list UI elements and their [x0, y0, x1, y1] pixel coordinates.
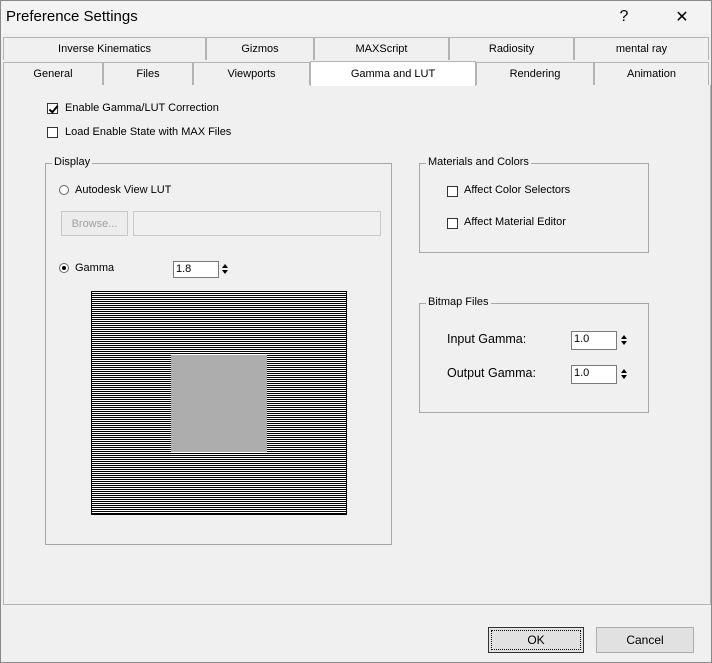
enable-gamma-checkbox[interactable]	[47, 103, 58, 114]
lut-path-field[interactable]	[133, 211, 381, 236]
tab-files[interactable]: Files	[103, 62, 193, 85]
title-bar: Preference Settings ? ✕	[1, 1, 711, 33]
help-icon[interactable]: ?	[601, 1, 647, 33]
gamma-label: Gamma	[75, 262, 115, 274]
tab-viewports[interactable]: Viewports	[193, 62, 310, 85]
tab-radiosity[interactable]: Radiosity	[449, 37, 574, 60]
output-gamma-label: Output Gamma:	[447, 366, 536, 380]
tab-maxscript[interactable]: MAXScript	[314, 37, 449, 60]
ok-button[interactable]: OK	[488, 627, 584, 653]
browse-button[interactable]: Browse...	[61, 211, 128, 236]
output-gamma-field[interactable]: 1.0	[571, 365, 617, 384]
materials-colors-title: Materials and Colors	[426, 156, 531, 168]
gamma-value-field[interactable]: 1.8	[173, 261, 219, 278]
autodesk-lut-radio[interactable]	[59, 185, 69, 195]
input-gamma-field[interactable]: 1.0	[571, 331, 617, 350]
display-group-title: Display	[52, 156, 93, 168]
affect-material-editor-checkbox[interactable]	[447, 218, 458, 229]
tab-mental-ray[interactable]: mental ray	[574, 37, 709, 60]
gamma-preview-pattern	[91, 291, 347, 515]
autodesk-lut-label: Autodesk View LUT	[75, 184, 172, 196]
cancel-button[interactable]: Cancel	[596, 627, 694, 653]
affect-color-selectors-checkbox[interactable]	[447, 186, 458, 197]
preference-settings-window: Preference Settings ? ✕ Inverse Kinemati…	[0, 0, 712, 663]
load-state-checkbox[interactable]	[47, 127, 58, 138]
tab-rendering[interactable]: Rendering	[476, 62, 594, 85]
tab-gizmos[interactable]: Gizmos	[206, 37, 314, 60]
tab-general[interactable]: General	[3, 62, 103, 85]
bitmap-files-group: Bitmap Files	[419, 296, 649, 413]
bitmap-files-title: Bitmap Files	[426, 296, 491, 308]
tab-gamma-and-lut[interactable]: Gamma and LUT	[310, 61, 476, 86]
tab-animation[interactable]: Animation	[594, 62, 709, 85]
gamma-radio[interactable]	[59, 263, 69, 273]
output-gamma-spinner-icon[interactable]	[620, 366, 630, 382]
affect-material-editor-label: Affect Material Editor	[464, 216, 566, 228]
gamma-preview-gray-square	[171, 355, 267, 452]
tab-inverse-kinematics[interactable]: Inverse Kinematics	[3, 37, 206, 60]
input-gamma-spinner-icon[interactable]	[620, 332, 630, 348]
close-icon[interactable]: ✕	[659, 1, 705, 33]
spinner-arrows-icon[interactable]	[221, 261, 231, 277]
window-title: Preference Settings	[6, 8, 138, 25]
affect-color-selectors-label: Affect Color Selectors	[464, 184, 571, 196]
materials-colors-group: Materials and Colors	[419, 156, 649, 253]
load-state-label: Load Enable State with MAX Files	[65, 126, 232, 138]
enable-gamma-label: Enable Gamma/LUT Correction	[65, 102, 219, 114]
input-gamma-label: Input Gamma:	[447, 332, 527, 346]
